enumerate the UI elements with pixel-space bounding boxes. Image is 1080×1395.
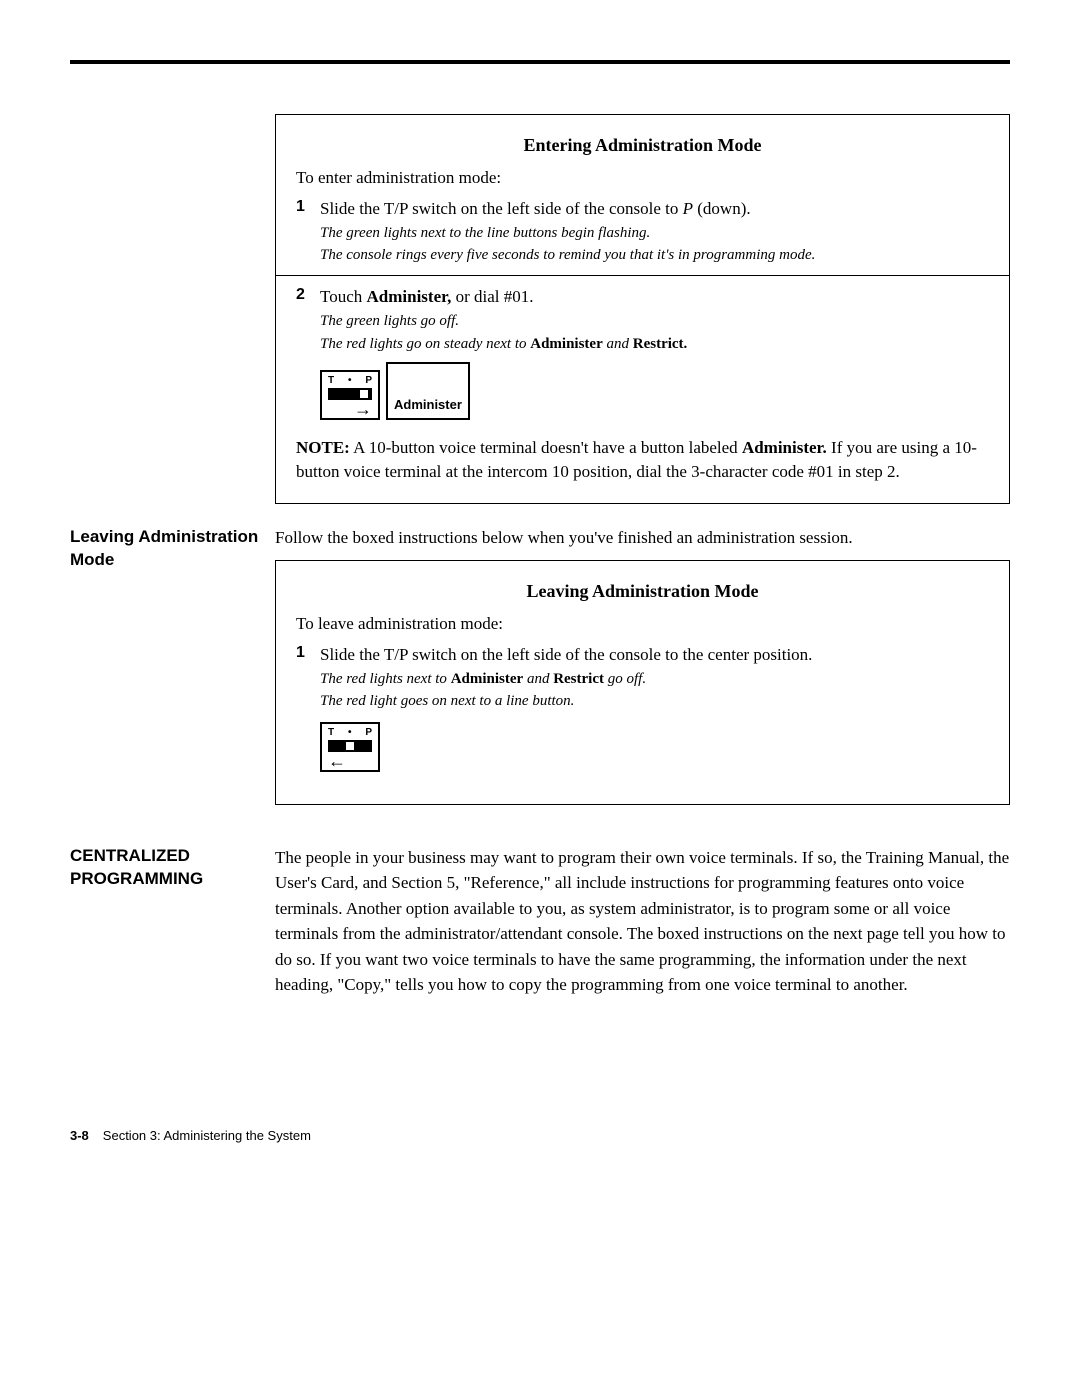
switch-knob xyxy=(360,390,368,398)
entering-admin-box: Entering Administration Mode To enter ad… xyxy=(275,114,1010,504)
note-b: Administer. xyxy=(742,438,827,457)
tp-labels: T • P xyxy=(328,376,372,386)
leaving-heading: Leaving Administration Mode xyxy=(70,526,260,572)
leaving-para-col: Follow the boxed instructions below when… xyxy=(275,526,1010,804)
box1-divider xyxy=(276,275,1009,276)
page-footer: 3-8 Section 3: Administering the System xyxy=(70,1128,1010,1143)
switch-t: T xyxy=(328,376,334,386)
step-body: Slide the T/P switch on the left side of… xyxy=(320,198,989,265)
step-body: Touch Administer, or dial #01. The green… xyxy=(320,286,989,419)
leave-step1-main: Slide the T/P switch on the left side of… xyxy=(320,645,812,664)
leaving-para: Follow the boxed instructions below when… xyxy=(275,526,1010,550)
arrow-right-icon: → xyxy=(328,402,372,416)
centralized-col: The people in your business may want to … xyxy=(275,845,1010,1008)
switch-p: P xyxy=(365,376,372,386)
page-number: 3-8 xyxy=(70,1128,89,1143)
step2-diagrams: T • P → Administer xyxy=(320,362,989,420)
step2-text-a: Touch xyxy=(320,287,367,306)
step2-sub2-c: and xyxy=(603,336,633,352)
step-body: Slide the T/P switch on the left side of… xyxy=(320,644,989,773)
leave-step1-sub2: The red light goes on next to a line but… xyxy=(320,691,989,711)
row-leaving-heading: Leaving Administration Mode Follow the b… xyxy=(70,526,1010,804)
sub1-c: and xyxy=(523,671,553,687)
admin-key-label: Administer xyxy=(394,396,462,414)
step2-sub2-b: Administer xyxy=(530,336,603,352)
footer-section: Section 3: Administering the System xyxy=(103,1128,311,1143)
entering-box-col: Entering Administration Mode To enter ad… xyxy=(275,114,1010,504)
leaving-admin-box: Leaving Administration Mode To leave adm… xyxy=(275,560,1010,804)
step1-p: P xyxy=(683,199,693,218)
note-a: A 10-button voice terminal doesn't have … xyxy=(350,438,742,457)
entering-title: Entering Administration Mode xyxy=(296,135,989,156)
arrow-left-icon: ← xyxy=(328,754,372,768)
leaving-step-1: 1 Slide the T/P switch on the left side … xyxy=(296,644,989,773)
leave-step1-sub1: The red lights next to Administer and Re… xyxy=(320,669,989,689)
sub1-e: go off. xyxy=(604,671,646,687)
sidebar-leaving: Leaving Administration Mode xyxy=(70,526,275,572)
step-number: 1 xyxy=(296,644,320,773)
sidebar-centralized: CENTRALIZED PROGRAMMING xyxy=(70,845,275,891)
entering-intro: To enter administration mode: xyxy=(296,168,989,188)
centralized-para: The people in your business may want to … xyxy=(275,845,1010,998)
switch-dot: • xyxy=(348,728,352,738)
switch-p: P xyxy=(365,728,372,738)
sub1-a: The red lights next to xyxy=(320,671,451,687)
step1-text-a: Slide the T/P switch on the left side of… xyxy=(320,199,683,218)
step-number: 1 xyxy=(296,198,320,265)
switch-knob xyxy=(346,742,354,750)
leaving-title: Leaving Administration Mode xyxy=(296,581,989,602)
step2-sub1: The green lights go off. xyxy=(320,311,989,331)
switch-track xyxy=(328,388,372,400)
step2-text-b: Administer, xyxy=(367,287,452,306)
step-number: 2 xyxy=(296,286,320,419)
leaving-intro: To leave administration mode: xyxy=(296,614,989,634)
page: Entering Administration Mode To enter ad… xyxy=(0,0,1080,1183)
entering-note: NOTE: A 10-button voice terminal doesn't… xyxy=(296,436,989,484)
switch-t: T xyxy=(328,728,334,738)
entering-step-2: 2 Touch Administer, or dial #01. The gre… xyxy=(296,286,989,419)
switch-track xyxy=(328,740,372,752)
step1-sub1: The green lights next to the line button… xyxy=(320,223,989,243)
top-rule xyxy=(70,60,1010,64)
step2-text-c: or dial #01. xyxy=(451,287,533,306)
tp-switch-center-icon: T • P ← xyxy=(320,722,380,772)
centralized-heading: CENTRALIZED PROGRAMMING xyxy=(70,845,260,891)
entering-step-1: 1 Slide the T/P switch on the left side … xyxy=(296,198,989,265)
step1-sub2: The console rings every five seconds to … xyxy=(320,245,989,265)
step2-sub2-a: The red lights go on steady next to xyxy=(320,336,530,352)
note-label: NOTE: xyxy=(296,438,350,457)
step2-sub2: The red lights go on steady next to Admi… xyxy=(320,334,989,354)
sub1-b: Administer xyxy=(451,671,524,687)
switch-dot: • xyxy=(348,376,352,386)
administer-button-icon: Administer xyxy=(386,362,470,420)
tp-labels: T • P xyxy=(328,728,372,738)
tp-switch-down-icon: T • P → xyxy=(320,370,380,420)
sub1-d: Restrict xyxy=(553,671,604,687)
step2-sub2-d: Restrict. xyxy=(633,336,688,352)
row-entering-box: Entering Administration Mode To enter ad… xyxy=(70,114,1010,504)
step1-text-b: (down). xyxy=(693,199,751,218)
row-centralized: CENTRALIZED PROGRAMMING The people in yo… xyxy=(70,845,1010,1008)
